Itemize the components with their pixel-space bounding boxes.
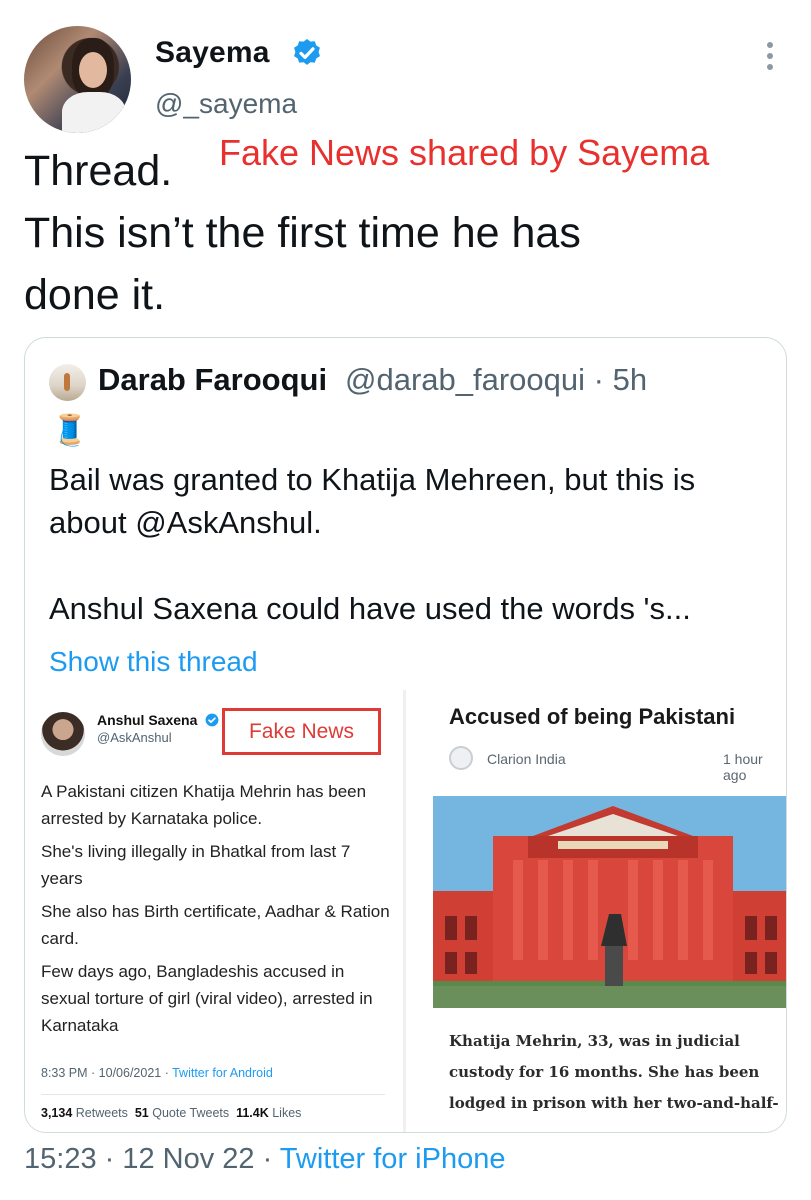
tweet-line-3: done it. bbox=[24, 271, 166, 319]
verified-badge-icon bbox=[294, 39, 320, 65]
screenshot-author-avatar bbox=[41, 712, 85, 756]
quoted-paragraph-1: Bail was granted to Khatija Mehreen, but… bbox=[49, 462, 696, 540]
author-handle[interactable]: @_sayema bbox=[155, 88, 297, 120]
quoted-author-handle-time[interactable]: @darab_farooqui · 5h bbox=[345, 362, 647, 398]
media-divider bbox=[403, 690, 406, 1132]
news-article-card[interactable]: Accused of being Pakistani Clarion India… bbox=[407, 690, 786, 1132]
quote-label: Quote Tweets bbox=[152, 1106, 230, 1120]
show-thread-link[interactable]: Show this thread bbox=[49, 646, 258, 678]
more-options-icon[interactable] bbox=[763, 42, 777, 72]
quoted-tweet-text: Bail was granted to Khatija Mehreen, but… bbox=[49, 458, 769, 630]
article-source: Clarion India bbox=[487, 751, 566, 767]
fake-news-overlay-label: Fake News shared by Sayema bbox=[219, 132, 710, 173]
screenshot-paragraph: She also has Birth certificate, Aadhar &… bbox=[41, 902, 390, 948]
screenshot-paragraph: She's living illegally in Bhatkal from l… bbox=[41, 842, 351, 888]
screenshot-tweet-card[interactable]: Anshul Saxena @AskAnshul Fake News A Pak… bbox=[25, 690, 401, 1132]
quoted-tweet[interactable]: Darab Farooqui @darab_farooqui · 5h 🧵 Ba… bbox=[24, 337, 787, 1133]
quoted-paragraph-2: Anshul Saxena could have used the words … bbox=[49, 591, 691, 626]
screenshot-time: 8:33 PM · 10/06/2021 · bbox=[41, 1066, 173, 1080]
retweet-label: Retweets bbox=[75, 1106, 128, 1120]
author-avatar[interactable] bbox=[24, 26, 131, 133]
tweet-timestamp: 15:23 · 12 Nov 22 · Twitter for iPhone bbox=[24, 1143, 505, 1176]
screenshot-paragraph: A Pakistani citizen Khatija Mehrin has b… bbox=[41, 782, 367, 828]
quoted-author-name[interactable]: Darab Farooqui bbox=[98, 362, 327, 398]
tweet-time-date[interactable]: 15:23 · 12 Nov 22 · bbox=[24, 1143, 280, 1175]
screenshot-timestamp: 8:33 PM · 10/06/2021 · Twitter for Andro… bbox=[41, 1066, 273, 1080]
article-time: 1 hour ago bbox=[723, 751, 763, 783]
tweet-source-app[interactable]: Twitter for iPhone bbox=[280, 1143, 506, 1175]
screenshot-stats: 3,134 Retweets 51 Quote Tweets 11.4K Lik… bbox=[41, 1106, 301, 1120]
screenshot-paragraph: Few days ago, Bangladeshis accused in se… bbox=[41, 962, 373, 1035]
fake-news-box-label: Fake News bbox=[222, 708, 381, 755]
like-count: 11.4K bbox=[236, 1106, 269, 1120]
article-headline: Accused of being Pakistani bbox=[449, 704, 736, 729]
source-avatar-icon bbox=[449, 746, 473, 770]
screenshot-author-handle: @AskAnshul bbox=[97, 730, 172, 745]
like-label: Likes bbox=[272, 1106, 302, 1120]
divider bbox=[41, 1094, 385, 1095]
quote-count: 51 bbox=[134, 1106, 149, 1120]
thread-spool-icon: 🧵 bbox=[51, 414, 89, 447]
screenshot-tweet-body: A Pakistani citizen Khatija Mehrin has b… bbox=[41, 778, 393, 1045]
author-name[interactable]: Sayema bbox=[155, 36, 270, 70]
high-court-building-photo bbox=[433, 796, 786, 1008]
tweet-line-2: This isn’t the first time he has bbox=[24, 209, 581, 257]
article-excerpt: Khatija Mehrin, 33, was in judicial cust… bbox=[449, 1032, 779, 1112]
retweet-count: 3,134 bbox=[41, 1106, 73, 1120]
attached-media[interactable]: Anshul Saxena @AskAnshul Fake News A Pak… bbox=[25, 690, 786, 1132]
screenshot-author-name: Anshul Saxena bbox=[97, 712, 198, 728]
quoted-author-avatar[interactable] bbox=[49, 364, 86, 401]
screenshot-app: Twitter for Android bbox=[172, 1066, 273, 1080]
screenshot-verified-icon bbox=[205, 713, 219, 727]
